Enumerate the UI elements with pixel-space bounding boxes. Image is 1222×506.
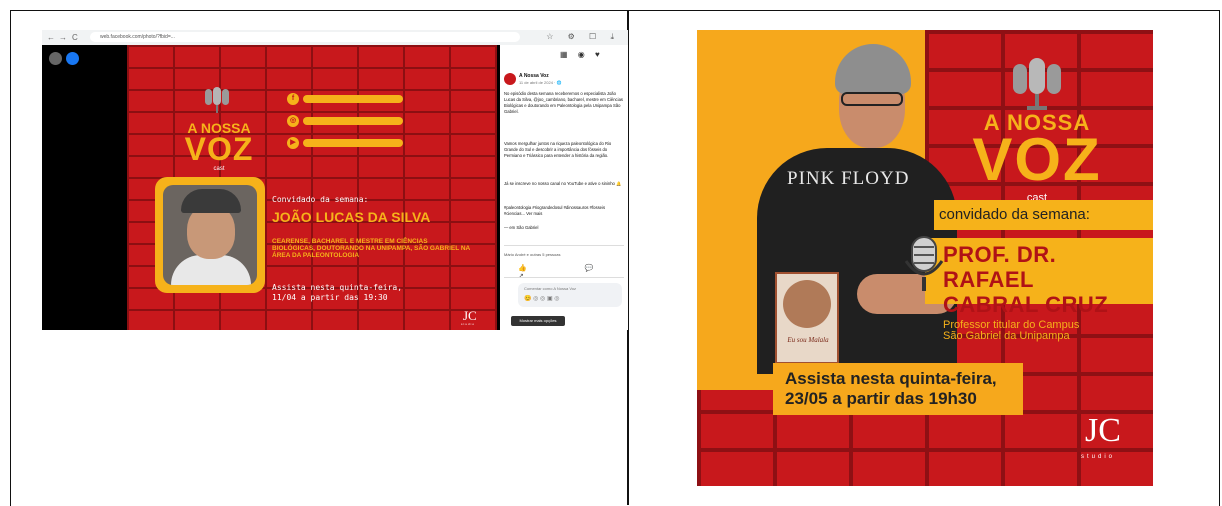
guest-name-line-2: CABRAL CRUZ [943,292,1109,317]
instagram-icon: ◎ [287,115,299,127]
guest-description: CEARENSE, BACHAREL E MESTRE EM CIÊNCIAS … [272,238,471,259]
social-facebook: f [287,93,437,105]
guest-role: Professor titular do Campus São Gabriel … [943,320,1143,342]
browser-toolbar: ← → C web.facebook.com/photo/?fbid=... ☆… [42,30,628,46]
right-poster: PINK FLOYD Eu sou Malala A NOSSA VOZ cas… [697,30,1153,486]
date-line-2: 23/05 a partir das 19h30 [785,389,977,408]
brand-line-2: VOZ [184,131,254,167]
youtube-icon: ▶ [287,137,299,149]
episode-date: Assista nesta quinta-feira, 23/05 a part… [785,369,1025,409]
tooltip: Mostrar mais opções [511,316,565,326]
podcast-mic-icon [1013,58,1061,110]
date-line-2: 11/04 a partir das 19:30 [272,293,388,302]
facebook-logo-icon[interactable] [66,52,79,65]
guest-label: Convidado da semana: [272,195,369,204]
post-paragraph-2: Vamos mergulhar juntos na riqueza paleon… [504,141,612,158]
guest-label: convidado da semana: [939,206,1090,223]
studio-logo: JC [1085,412,1121,449]
book-title: Eu sou Malala [787,336,829,344]
page-name[interactable]: A Nossa Voz [519,73,549,79]
microphone-icon [904,236,944,291]
post-hashtags[interactable]: #paleontologia #riograndedosul #dinossau… [504,205,626,217]
glasses [841,92,903,106]
back-icon[interactable]: ← [47,33,55,42]
forward-icon[interactable]: → [59,33,67,42]
shirt-text: PINK FLOYD [787,168,910,189]
guest-photo: PINK FLOYD Eu sou Malala [747,44,957,374]
photo-viewer: A NOSSA VOZ cast f ◎ ▶ Convidado da sema… [42,45,500,330]
social-instagram: ◎ [287,115,437,127]
post-timestamp[interactable]: 11 de abril de 2024 · 🌐 [519,80,562,85]
left-poster: A NOSSA VOZ cast f ◎ ▶ Convidado da sema… [127,45,497,330]
date-line-1: Assista nesta quinta-feira, [272,283,403,292]
date-line-1: Assista nesta quinta-feira, [785,369,997,388]
social-youtube: ▶ [287,137,437,149]
address-bar[interactable]: web.facebook.com/photo/?fbid=... [90,32,520,42]
comment-input[interactable]: Comentar como A Nossa Voz 😊 ◎ ◎ ▣ ◎ [518,283,622,307]
comment-tool-icons[interactable]: 😊 ◎ ◎ ▣ ◎ [524,295,616,302]
post-location[interactable]: — em São Gabriel [504,225,626,231]
facebook-post-pane: ▦ ◉ ♥ A Nossa Voz 11 de abril de 2024 · … [500,45,628,330]
close-icon[interactable] [49,52,62,65]
reaction-count[interactable]: Mário André e outras 5 pessoas [504,252,560,257]
post-paragraph-1: No episódio desta semana receberemos o e… [504,91,623,114]
studio-word: studio [461,322,476,326]
header-icons[interactable]: ▦ ◉ ♥ [560,50,604,59]
guest-name: PROF. DR. RAFAEL CABRAL CRUZ [943,242,1153,317]
studio-word: studio [1081,454,1116,460]
browser-screenshot: ← → C web.facebook.com/photo/?fbid=... ☆… [42,30,628,330]
guest-name-line-1: PROF. DR. RAFAEL [943,242,1057,292]
reload-icon[interactable]: C [72,33,78,42]
brand-line-3: cast [213,166,225,172]
comment-placeholder: Comentar como A Nossa Voz [524,286,577,291]
facebook-icon: f [287,93,299,105]
browser-toolbar-icons[interactable]: ☆ ⚙ ☐ ⤓ [546,32,620,42]
brand-line-2: VOZ [972,126,1102,193]
role-line-2: São Gabriel da Unipampa [943,330,1070,342]
guest-photo-frame [155,177,265,293]
podcast-mic-icon [205,87,229,113]
post-paragraph-3: Já se inscreve no nosso canal no YouTube… [504,181,622,186]
episode-date: Assista nesta quinta-feira, 11/04 a part… [272,283,482,303]
guest-photo [163,185,257,285]
guest-name: JOÃO LUCAS DA SILVA [272,209,431,225]
page-avatar[interactable] [504,73,516,85]
book: Eu sou Malala [775,272,839,364]
